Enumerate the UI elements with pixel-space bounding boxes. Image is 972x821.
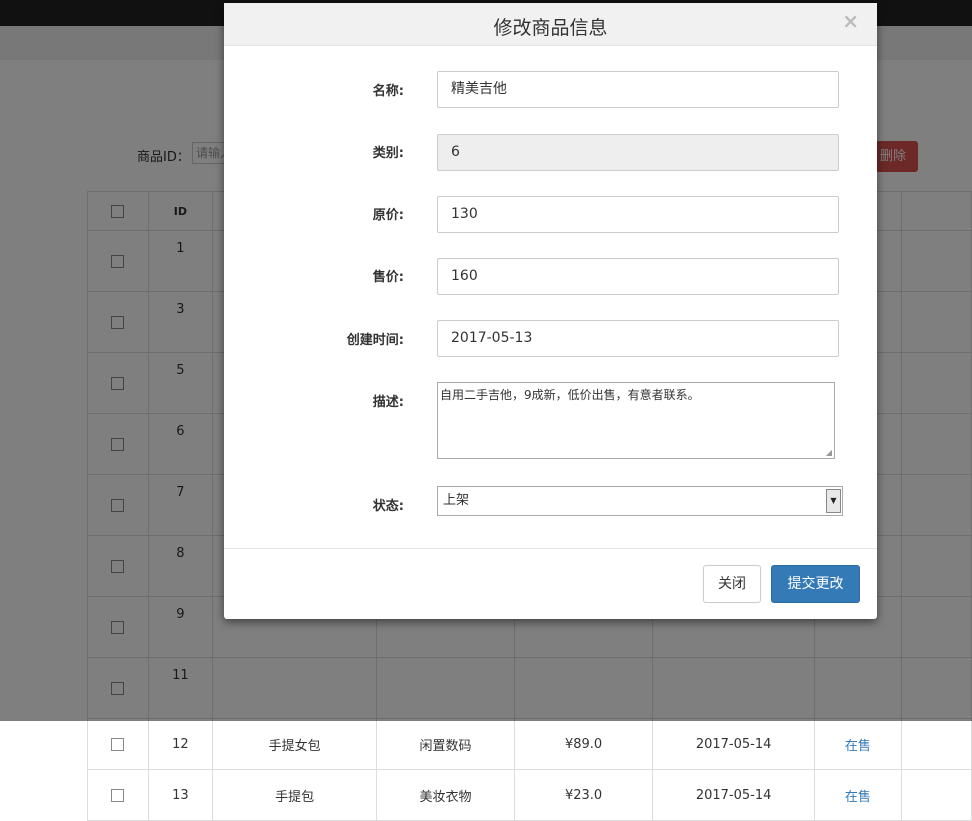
row-price: ¥23.0: [513, 769, 654, 821]
table-row: 12 手提女包 闲置数码 ¥89.0 2017-05-14 在售: [87, 718, 972, 770]
row-category: 美妆衣物: [375, 769, 515, 821]
chevron-down-icon[interactable]: ▼: [826, 489, 841, 513]
description-label: 描述:: [372, 395, 404, 410]
status-link[interactable]: 在售: [845, 739, 871, 754]
status-select[interactable]: 上架 ▼: [437, 486, 843, 516]
submit-changes-button[interactable]: 提交更改: [771, 565, 860, 603]
status-link[interactable]: 在售: [845, 790, 871, 805]
category-label: 类别:: [372, 146, 404, 161]
category-input: 6: [437, 134, 839, 171]
description-text: 自用二手吉他，9成新，低价出售，有意者联系。: [440, 388, 700, 402]
row-name: 手提包: [212, 769, 377, 821]
row-actions: [900, 718, 972, 770]
status-label: 状态:: [372, 499, 404, 514]
modal-footer-divider: [224, 548, 877, 549]
original-price-input[interactable]: 130: [437, 196, 839, 233]
row-date: 2017-05-14: [652, 718, 816, 770]
sale-price-label: 售价:: [372, 270, 404, 285]
row-status[interactable]: 在售: [814, 718, 902, 770]
original-price-label: 原价:: [372, 208, 404, 223]
row-checkbox[interactable]: [111, 788, 125, 802]
modal-header: 修改商品信息 ×: [224, 3, 877, 46]
row-checkbox[interactable]: [111, 737, 125, 751]
row-date: 2017-05-14: [652, 769, 816, 821]
row-status[interactable]: 在售: [814, 769, 902, 821]
row-id: 12: [147, 718, 214, 770]
modal-title: 修改商品信息: [493, 17, 608, 39]
row-id: 13: [147, 769, 214, 821]
name-label: 名称:: [372, 84, 404, 99]
row-name: 手提女包: [212, 718, 377, 770]
edit-goods-modal: 修改商品信息 × 名称: 精美吉他 类别: 6 原价: 130 售价: 160 …: [224, 3, 877, 619]
row-checkbox-cell: [87, 769, 149, 821]
table-row: 13 手提包 美妆衣物 ¥23.0 2017-05-14 在售: [87, 769, 972, 821]
row-checkbox-cell: [87, 718, 149, 770]
close-button[interactable]: 关闭: [703, 565, 761, 603]
sale-price-input[interactable]: 160: [437, 258, 839, 295]
name-input[interactable]: 精美吉他: [437, 71, 839, 108]
created-time-input[interactable]: 2017-05-13: [437, 320, 839, 357]
row-category: 闲置数码: [375, 718, 515, 770]
resize-grip-icon[interactable]: ◢: [826, 448, 832, 457]
status-selected-value: 上架: [443, 493, 470, 508]
description-textarea[interactable]: 自用二手吉他，9成新，低价出售，有意者联系。 ◢: [437, 382, 835, 459]
created-time-label: 创建时间:: [346, 333, 404, 348]
row-actions: [900, 769, 972, 821]
close-icon[interactable]: ×: [842, 9, 859, 33]
row-price: ¥89.0: [513, 718, 654, 770]
